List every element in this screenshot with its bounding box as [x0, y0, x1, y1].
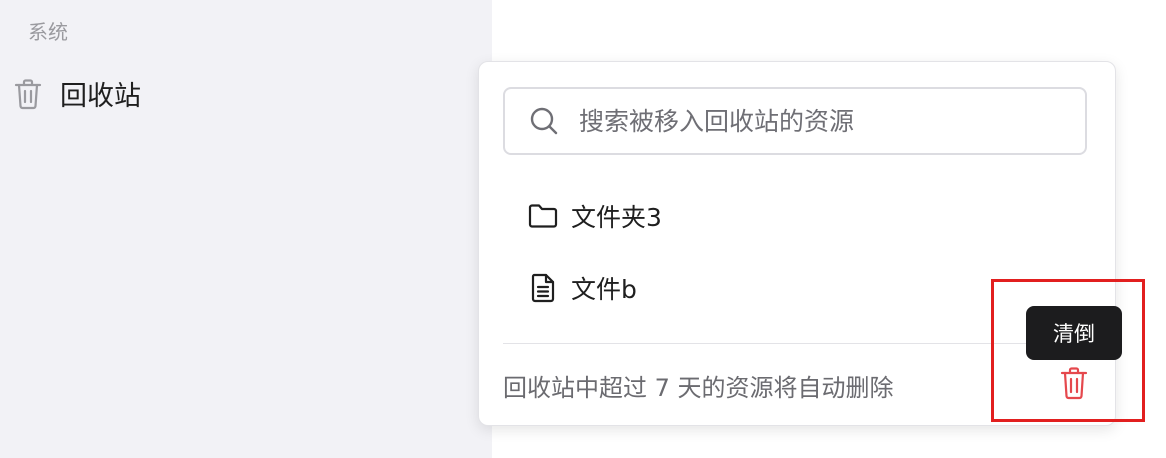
sidebar: 系统 回收站: [0, 0, 492, 458]
list-item-folder[interactable]: 文件夹3: [527, 198, 662, 234]
empty-trash-button[interactable]: [1060, 366, 1088, 400]
folder-icon: [528, 204, 558, 228]
file-icon: [531, 273, 555, 303]
search-input[interactable]: [577, 105, 1061, 137]
sidebar-item-label: 回收站: [60, 81, 141, 112]
app-root: 系统 回收站 文件夹3: [0, 0, 1166, 458]
empty-trash-tooltip: 清倒: [1026, 306, 1122, 360]
auto-delete-notice: 回收站中超过 7 天的资源将自动删除: [503, 374, 894, 402]
search-icon: [530, 107, 558, 135]
sidebar-item-recycle-bin[interactable]: 回收站: [14, 74, 141, 113]
trash-icon: [14, 78, 42, 109]
list-item-file[interactable]: 文件b: [527, 270, 637, 306]
list-item-label: 文件b: [571, 275, 637, 304]
list-item-label: 文件夹3: [571, 203, 662, 232]
sidebar-section-label: 系统: [28, 20, 68, 44]
search-box: [503, 87, 1087, 155]
